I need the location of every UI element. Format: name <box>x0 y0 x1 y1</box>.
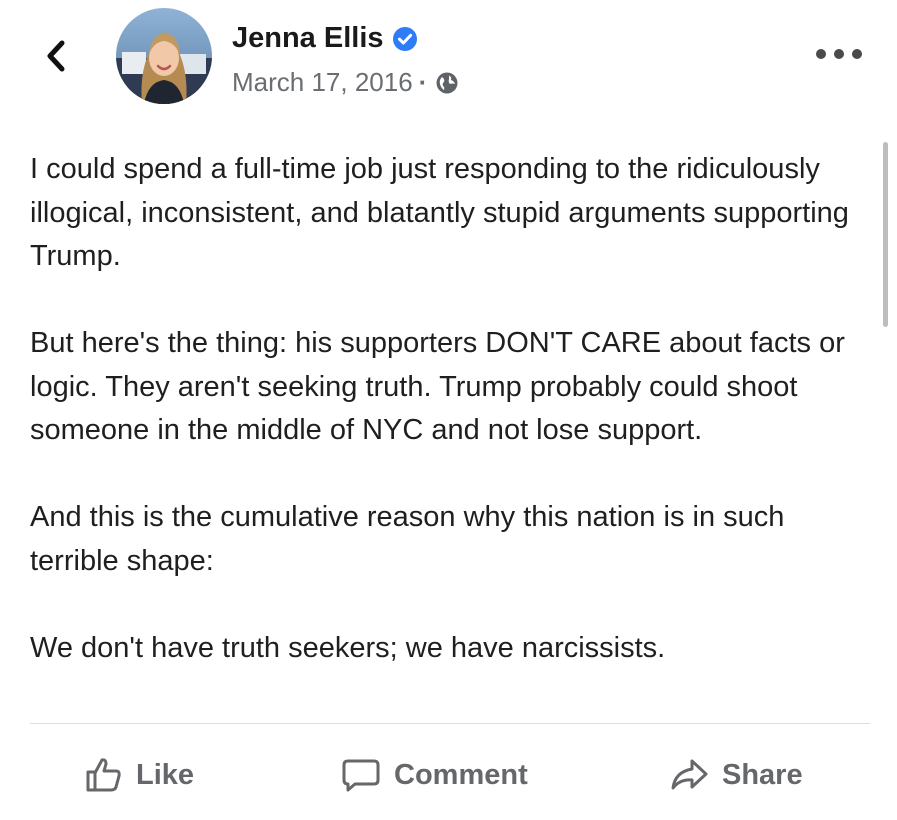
post-date[interactable]: March 17, 2016 <box>232 67 413 98</box>
avatar[interactable] <box>116 8 212 104</box>
more-options-button[interactable] <box>816 44 862 64</box>
like-label: Like <box>136 758 195 791</box>
comment-button[interactable]: Comment <box>340 745 528 805</box>
comment-bubble-icon <box>342 759 380 792</box>
post-paragraph: But here's the thing: his supporters DON… <box>30 327 845 446</box>
post-text: I could spend a full-time job just respo… <box>30 148 860 670</box>
post-actions-bar: Like Comment Share <box>0 745 897 805</box>
more-horizontal-icon-dot <box>852 49 862 59</box>
post-paragraph: I could spend a full-time job just respo… <box>30 153 849 272</box>
back-button[interactable] <box>38 36 74 76</box>
share-button[interactable]: Share <box>668 745 803 805</box>
meta-separator: · <box>418 67 428 97</box>
chevron-left-icon <box>47 40 65 72</box>
post-paragraph: And this is the cumulative reason why th… <box>30 501 785 577</box>
like-button[interactable]: Like <box>84 745 194 805</box>
more-horizontal-icon-dot <box>816 49 826 59</box>
facebook-post-view: Jenna Ellis March 17, 2016 · I could spe… <box>0 0 897 820</box>
author-name-text: Jenna Ellis <box>232 22 384 54</box>
thumbs-up-icon <box>86 758 121 792</box>
verified-badge-icon <box>392 26 418 52</box>
profile-photo <box>116 8 212 104</box>
scrollbar[interactable] <box>883 142 888 327</box>
comment-label: Comment <box>394 758 528 791</box>
post-meta: March 17, 2016 · <box>232 67 459 98</box>
author-name[interactable]: Jenna Ellis <box>232 22 418 55</box>
more-horizontal-icon-dot <box>834 49 844 59</box>
globe-icon[interactable] <box>435 71 459 95</box>
share-arrow-icon <box>671 759 708 790</box>
post-paragraph: We don't have truth seekers; we have nar… <box>30 631 666 664</box>
divider <box>30 723 870 724</box>
share-label: Share <box>722 758 803 791</box>
